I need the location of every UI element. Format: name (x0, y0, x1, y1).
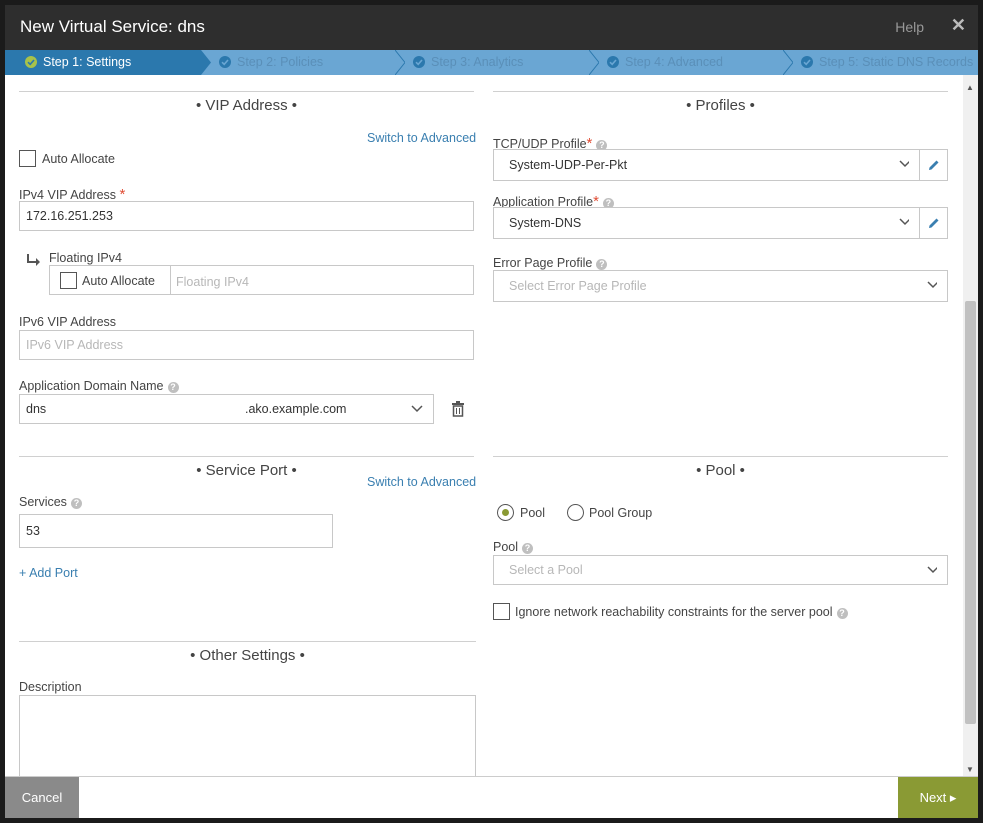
description-label: Description (19, 680, 82, 694)
modal-footer: Cancel Next ▸ (5, 776, 978, 818)
application-profile-select[interactable]: System-DNS (493, 207, 920, 239)
application-profile-edit-button[interactable] (920, 207, 948, 239)
help-icon: ? (70, 498, 82, 509)
help-icon: ? (596, 259, 608, 270)
chevron-down-icon (927, 281, 937, 289)
floating-auto-allocate-checkbox[interactable] (60, 272, 77, 289)
auto-allocate-checkbox[interactable] (19, 150, 36, 167)
auto-allocate-label: Auto Allocate (42, 152, 115, 166)
step-settings[interactable]: Step 1: Settings (5, 50, 201, 75)
step-label: Step 5: Static DNS Records (819, 55, 974, 69)
vip-switch-to-advanced-link[interactable]: Switch to Advanced (367, 131, 476, 145)
step-separator (395, 50, 405, 75)
ipv6-vip-label: IPv6 VIP Address (19, 315, 117, 329)
scrollbar-thumb[interactable] (965, 301, 976, 724)
description-textarea[interactable] (19, 695, 476, 776)
pool-section-title: • Pool • (493, 456, 948, 479)
step-label: Step 2: Policies (237, 55, 324, 69)
scroll-down-arrow-icon[interactable]: ▼ (966, 765, 974, 774)
pool-placeholder: Select a Pool (509, 563, 583, 577)
step-label: Step 4: Advanced (625, 55, 723, 69)
help-link[interactable]: Help (895, 19, 924, 35)
error-page-profile-placeholder: Select Error Page Profile (509, 279, 647, 293)
step-static-dns-records[interactable]: Step 5: Static DNS Records (801, 50, 973, 75)
settings-content: • VIP Address • Switch to Advanced Auto … (5, 75, 963, 776)
profiles-section-title: • Profiles • (493, 91, 948, 114)
modal-titlebar: New Virtual Service: dns Help ✕ (5, 5, 978, 50)
modal-title: New Virtual Service: dns (20, 17, 205, 36)
services-input[interactable]: 53 (19, 514, 333, 548)
wizard-steps: Step 1: Settings Step 2: Policies Step 3… (5, 50, 978, 75)
tcp-udp-profile-edit-button[interactable] (920, 149, 948, 181)
pencil-icon (929, 218, 939, 228)
chevron-down-icon (899, 218, 909, 226)
pool-radio-label: Pool (520, 506, 546, 520)
chevron-down-icon (899, 160, 909, 168)
check-circle-icon (413, 56, 425, 68)
step-separator (589, 50, 599, 75)
tcp-udp-profile-value: System-UDP-Per-Pkt (509, 158, 628, 172)
next-button[interactable]: Next ▸ (898, 777, 978, 818)
chevron-down-icon[interactable] (411, 405, 423, 413)
vip-address-section-title: • VIP Address • (19, 91, 474, 114)
pool-group-radio[interactable] (567, 504, 584, 521)
cancel-button[interactable]: Cancel (5, 777, 79, 818)
content-scrollbar[interactable]: ▲ ▼ (963, 75, 978, 776)
divider (170, 266, 171, 294)
step-separator (201, 50, 211, 75)
app-domain-name-label: Application Domain Name? (19, 379, 179, 393)
new-virtual-service-modal: New Virtual Service: dns Help ✕ Step 1: … (5, 5, 978, 818)
check-circle-icon (25, 56, 37, 68)
tcp-udp-profile-select[interactable]: System-UDP-Per-Pkt (493, 149, 920, 181)
help-icon: ? (836, 608, 848, 619)
check-circle-icon (219, 56, 231, 68)
step-analytics[interactable]: Step 3: Analytics (413, 50, 523, 75)
help-icon: ? (167, 382, 179, 393)
ipv4-vip-input[interactable]: 172.16.251.253 (19, 201, 474, 231)
chevron-down-icon (927, 566, 937, 574)
step-label: Step 1: Settings (43, 55, 132, 69)
pool-select[interactable]: Select a Pool (493, 555, 948, 585)
floating-ipv4-label: Floating IPv4 (49, 251, 122, 265)
application-profile-value: System-DNS (509, 216, 582, 230)
domain-suffix-select[interactable]: .ako.example.com (245, 395, 346, 423)
trash-icon[interactable] (451, 401, 465, 417)
close-icon[interactable]: ✕ (951, 15, 966, 36)
error-page-profile-label: Error Page Profile? (493, 256, 608, 270)
ignore-reachability-label: Ignore network reachability constraints … (515, 605, 848, 619)
floating-ipv4-input[interactable]: Floating IPv4 (176, 275, 249, 289)
step-advanced[interactable]: Step 4: Advanced (607, 50, 723, 75)
error-page-profile-select[interactable]: Select Error Page Profile (493, 270, 948, 302)
pool-group-radio-label: Pool Group (589, 506, 653, 520)
domain-prefix-value: dns (26, 402, 47, 416)
step-separator (783, 50, 793, 75)
check-circle-icon (607, 56, 619, 68)
service-port-switch-to-advanced-link[interactable]: Switch to Advanced (367, 475, 476, 489)
check-circle-icon (801, 56, 813, 68)
step-label: Step 3: Analytics (431, 55, 524, 69)
app-domain-name-input[interactable]: dns .ako.example.com (19, 394, 434, 424)
pool-radio[interactable] (497, 504, 514, 521)
pool-label: Pool? (493, 540, 534, 554)
step-policies[interactable]: Step 2: Policies (219, 50, 323, 75)
arrow-turn-right-icon (27, 254, 40, 266)
other-settings-section-title: • Other Settings • (19, 641, 476, 664)
help-icon: ? (522, 543, 534, 554)
add-port-link[interactable]: + Add Port (19, 566, 78, 580)
scroll-up-arrow-icon[interactable]: ▲ (966, 83, 974, 92)
pencil-icon (929, 160, 939, 170)
floating-auto-allocate-label: Auto Allocate (82, 274, 155, 288)
ignore-reachability-checkbox[interactable] (493, 603, 510, 620)
services-label: Services? (19, 495, 82, 509)
ipv6-vip-input[interactable]: IPv6 VIP Address (19, 330, 474, 360)
